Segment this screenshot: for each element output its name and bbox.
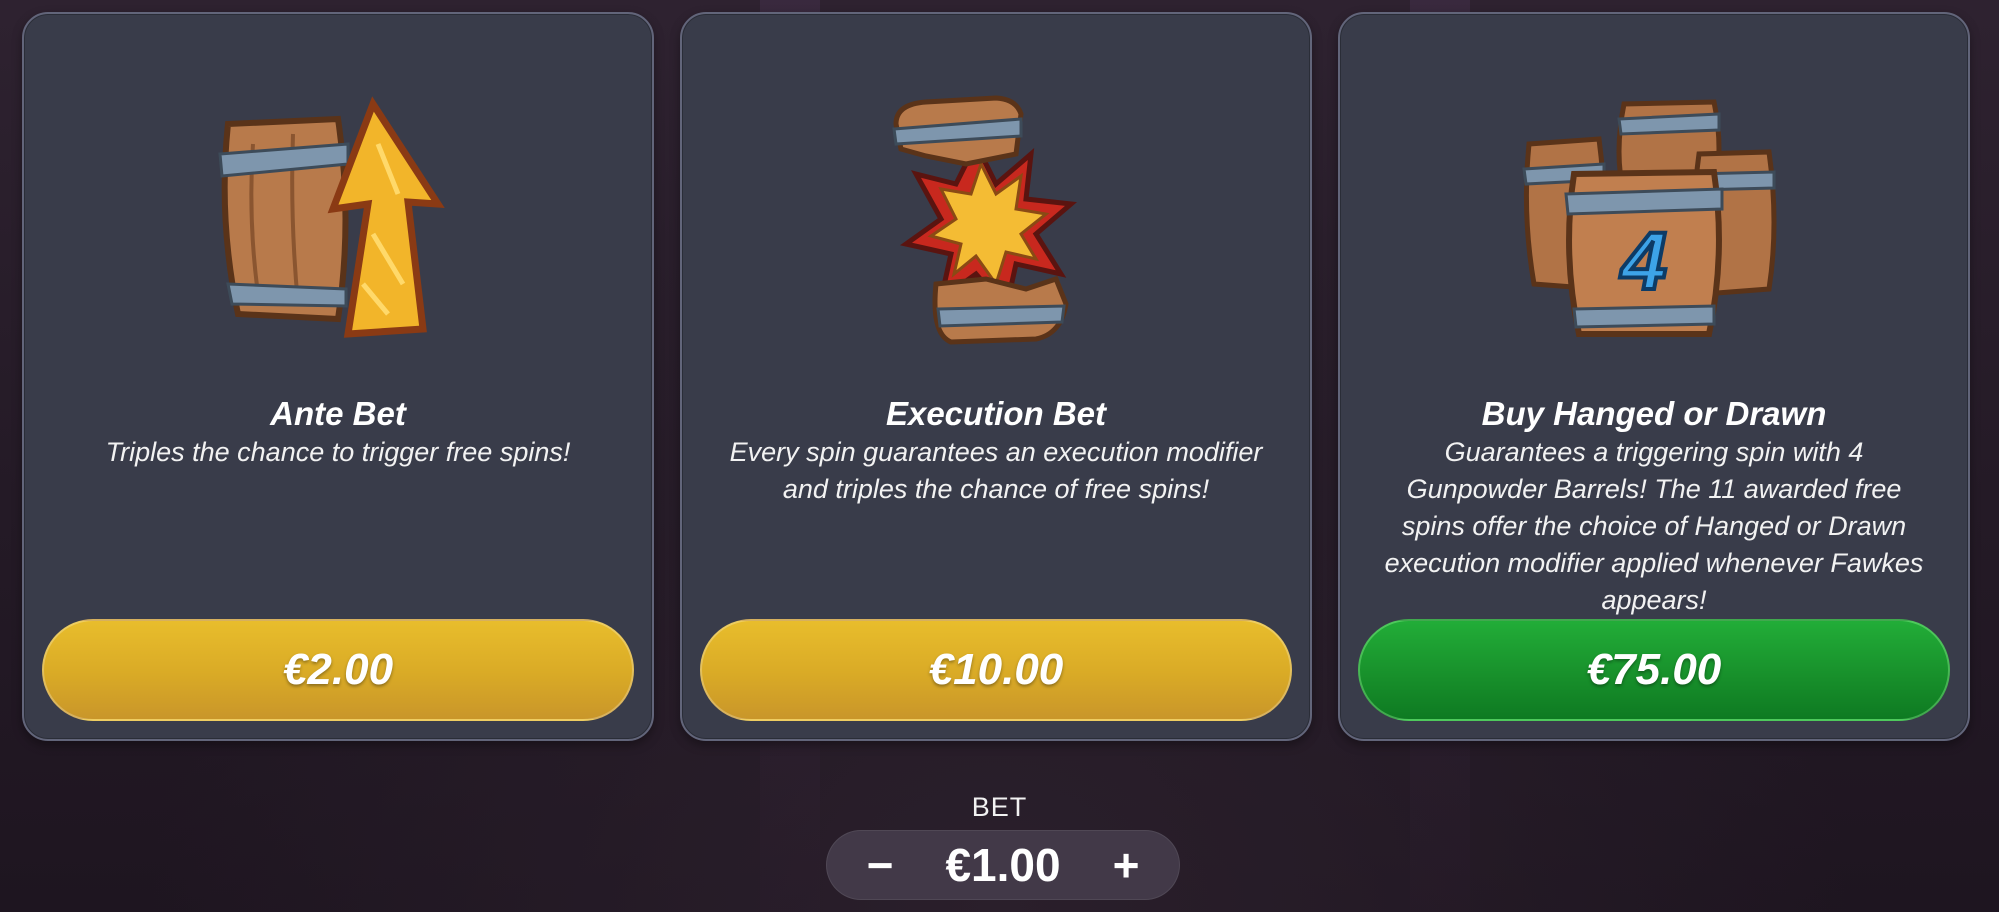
broken-barrel-explosion-icon <box>856 84 1136 354</box>
execution-bet-card: Execution Bet Every spin guarantees an e… <box>680 12 1312 741</box>
increase-bet-button[interactable]: + <box>1091 830 1161 900</box>
card-description: Triples the chance to trigger free spins… <box>105 437 571 467</box>
card-title: Buy Hanged or Drawn <box>1481 395 1827 432</box>
card-title: Ante Bet <box>270 395 406 432</box>
bet-label: BET <box>971 792 1028 822</box>
bet-value: €1.00 <box>945 839 1061 891</box>
ante-bet-card: Ante Bet Triples the chance to trigger f… <box>22 12 654 741</box>
decrease-bet-button[interactable]: − <box>845 830 915 900</box>
execution-bet-price-button[interactable]: €10.00 <box>700 619 1292 721</box>
card-title: Execution Bet <box>885 395 1107 432</box>
buy-hanged-or-drawn-card: 4 Buy Hanged or Drawn Guarantees a trigg… <box>1338 12 1970 741</box>
barrel-number: 4 <box>1619 216 1667 307</box>
barrel-up-arrow-icon <box>198 84 478 354</box>
bet-stepper: − €1.00 + <box>826 830 1180 900</box>
ante-bet-price-button[interactable]: €2.00 <box>42 619 634 721</box>
buy-hanged-or-drawn-price-button[interactable]: €75.00 <box>1358 619 1950 721</box>
card-description: Every spin guarantees an execution modif… <box>729 437 1263 504</box>
card-description: Guarantees a triggering spin with 4 Gunp… <box>1384 437 1924 615</box>
four-barrels-icon: 4 <box>1514 84 1794 354</box>
